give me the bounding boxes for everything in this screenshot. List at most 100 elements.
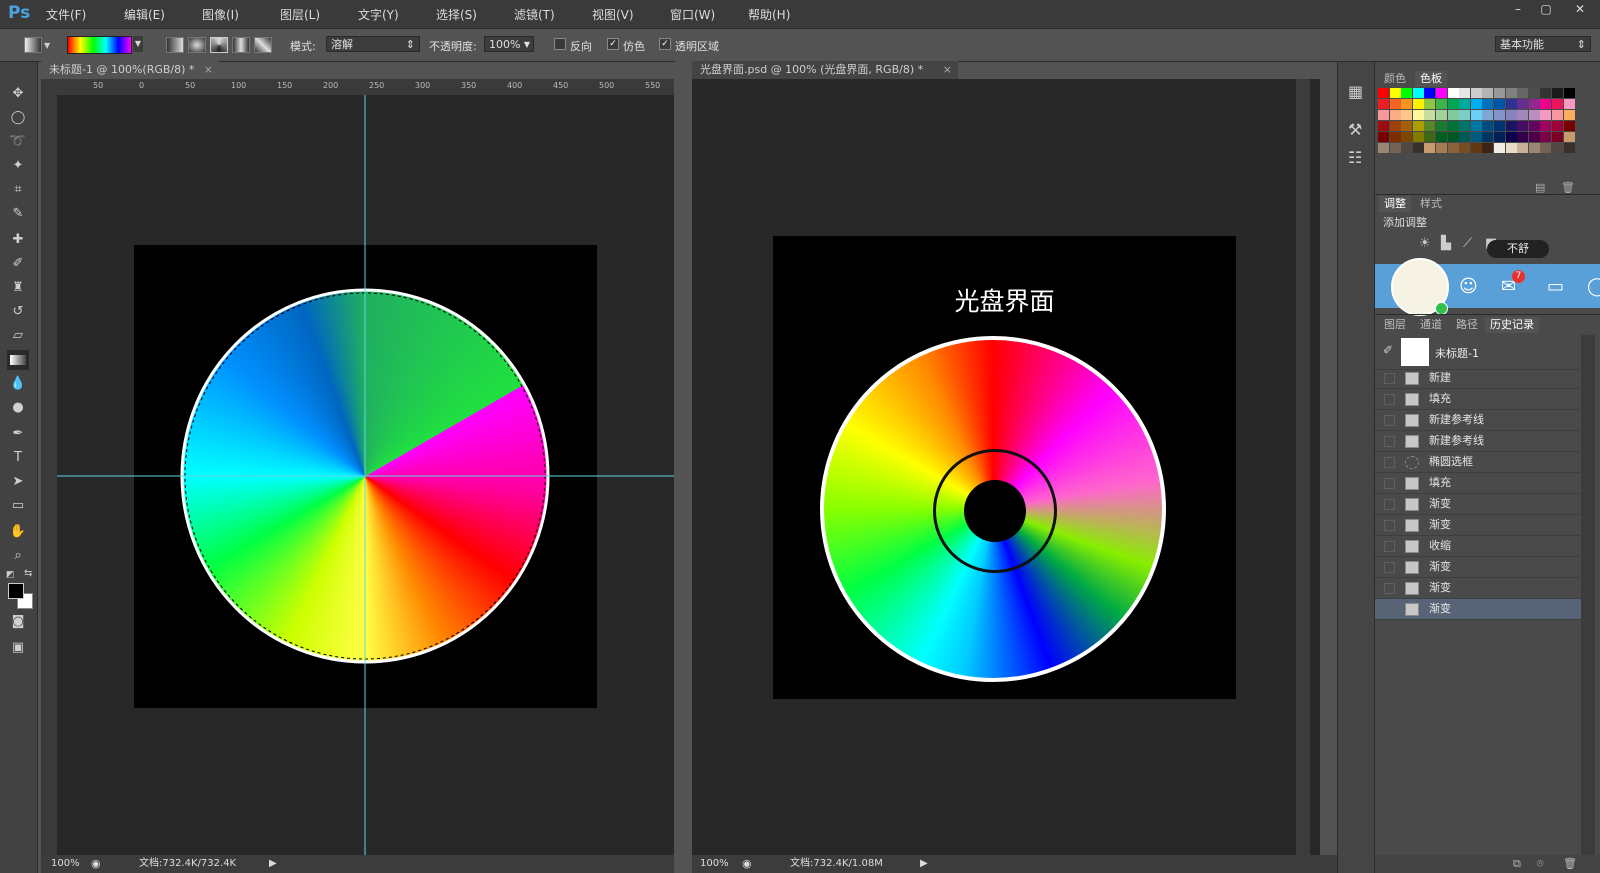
history-item[interactable]: 新建 [1375,368,1581,389]
angle-gradient-button[interactable] [210,37,228,53]
menu-item[interactable]: 视图(V) [592,6,634,23]
color-swatch[interactable] [1494,99,1505,109]
color-swatch[interactable] [1470,143,1482,153]
color-swatch[interactable] [1552,143,1563,153]
color-swatch[interactable] [1540,88,1552,98]
history-item[interactable]: 椭圆选框 [1375,452,1581,473]
history-checkbox[interactable] [1384,541,1395,552]
color-swatch[interactable] [1540,132,1552,142]
color-swatch[interactable] [1494,143,1505,153]
color-swatch[interactable] [1528,110,1540,120]
menu-item[interactable]: 图像(I) [202,6,239,23]
reverse-checkbox[interactable] [554,38,566,50]
diamond-gradient-button[interactable] [254,37,272,53]
color-swatch[interactable] [1378,110,1389,120]
history-item[interactable]: 填充 [1375,389,1581,410]
screen-mode-icon[interactable]: ▣ [7,638,29,658]
color-swatch[interactable] [1424,110,1436,120]
color-swatch[interactable] [1517,121,1529,131]
history-brush-source-icon[interactable]: ✐ [1383,343,1393,357]
history-snapshot[interactable]: ✐ 未标题-1 [1375,335,1581,370]
menu-item[interactable]: 帮助(H) [748,6,790,23]
history-item[interactable]: 渐变 [1375,578,1581,599]
opacity-input[interactable]: 100% ▼ [484,36,534,52]
crop-tool-icon[interactable]: ⌗ [7,180,29,200]
color-swatch[interactable] [1401,88,1413,98]
close-icon[interactable]: × [204,61,213,79]
tab-document-1[interactable]: 未标题-1 @ 100%(RGB/8) * × [41,61,219,79]
color-swatch[interactable] [1540,99,1552,109]
color-swatch[interactable] [1436,143,1447,153]
color-swatch[interactable] [1517,110,1529,120]
hand-tool-icon[interactable]: ✋ [7,522,29,542]
color-swatch[interactable] [1447,99,1459,109]
gradient-dropdown-icon[interactable]: ▼ [133,36,143,52]
color-swatch[interactable] [1401,121,1413,131]
maximize-button[interactable]: ▢ [1534,2,1558,18]
linear-gradient-button[interactable] [166,37,184,53]
color-swatch[interactable] [1436,88,1447,98]
trash-icon[interactable]: 🗑 [1561,181,1575,194]
color-swatch[interactable] [1540,110,1552,120]
status-menu-arrow-icon[interactable]: ▶ [920,855,928,873]
history-item[interactable]: 渐变 [1375,515,1581,536]
menu-item[interactable]: 文字(Y) [358,6,399,23]
color-swatch[interactable] [1424,132,1436,142]
color-swatch[interactable] [1563,121,1575,131]
color-swatch[interactable] [1563,143,1575,153]
color-swatch[interactable] [1412,132,1424,142]
magic-wand-icon[interactable]: ✦ [7,156,29,176]
history-checkbox[interactable] [1384,415,1395,426]
brush-tool-icon[interactable]: ✐ [7,254,29,274]
color-swatch[interactable] [1528,99,1540,109]
levels-icon[interactable]: ▙ [1441,236,1451,251]
history-item[interactable]: 渐变 [1375,494,1581,515]
color-swatch[interactable] [1482,88,1494,98]
chat-bubble-icon[interactable]: ☺ [1459,276,1478,297]
color-swatch[interactable] [1401,99,1413,109]
color-swatch[interactable] [1470,121,1482,131]
status-info-icon[interactable]: ◉ [742,855,752,873]
color-swatch[interactable] [1459,132,1471,142]
rectangle-tool-icon[interactable]: ▭ [7,496,29,516]
type-tool-icon[interactable]: T [7,448,29,468]
color-swatch[interactable] [1401,132,1413,142]
color-swatch[interactable] [1482,99,1494,109]
color-swatch[interactable] [1436,99,1447,109]
color-swatch[interactable] [1424,143,1436,153]
new-document-from-state-icon[interactable]: ⧉ [1513,857,1521,871]
history-brush-icon[interactable]: ↺ [7,302,29,322]
history-item[interactable]: 新建参考线 [1375,410,1581,431]
zoom-level[interactable]: 100% [700,855,729,873]
gradient-tool-icon[interactable] [7,350,29,370]
foreground-color-swatch[interactable] [8,583,24,599]
tab-swatches[interactable]: 色板 [1415,71,1447,87]
color-swatch[interactable] [1378,143,1389,153]
color-swatch[interactable] [1436,110,1447,120]
color-swatch[interactable] [1494,88,1505,98]
zoom-level[interactable]: 100% [51,855,80,873]
color-swatch[interactable] [1505,88,1517,98]
brush-presets-icon[interactable]: ⚒ [1348,120,1362,139]
color-swatch[interactable] [1540,121,1552,131]
color-swatch[interactable] [1482,143,1494,153]
color-swatch[interactable] [1412,143,1424,153]
swap-colors-icon[interactable]: ⇆ [24,568,32,579]
menu-item[interactable]: 文件(F) [46,6,86,23]
color-swatch[interactable] [1389,143,1401,153]
history-checkbox[interactable] [1384,457,1395,468]
color-swatch[interactable] [1528,121,1540,131]
tab-styles[interactable]: 样式 [1415,196,1447,212]
color-swatch[interactable] [1563,88,1575,98]
color-swatch[interactable] [1505,143,1517,153]
color-swatch[interactable] [1505,99,1517,109]
color-swatch[interactable] [1447,121,1459,131]
color-swatch[interactable] [1528,132,1540,142]
menu-item[interactable]: 选择(S) [436,6,477,23]
eyedropper-icon[interactable]: ✎ [7,204,29,224]
color-swatch[interactable] [1517,143,1529,153]
default-colors-icon[interactable]: ◩ [6,570,15,580]
history-item[interactable]: 渐变 [1375,557,1581,578]
new-swatch-icon[interactable]: ▤ [1535,181,1545,194]
mode-select[interactable]: 溶解 ⇕ [326,36,420,52]
